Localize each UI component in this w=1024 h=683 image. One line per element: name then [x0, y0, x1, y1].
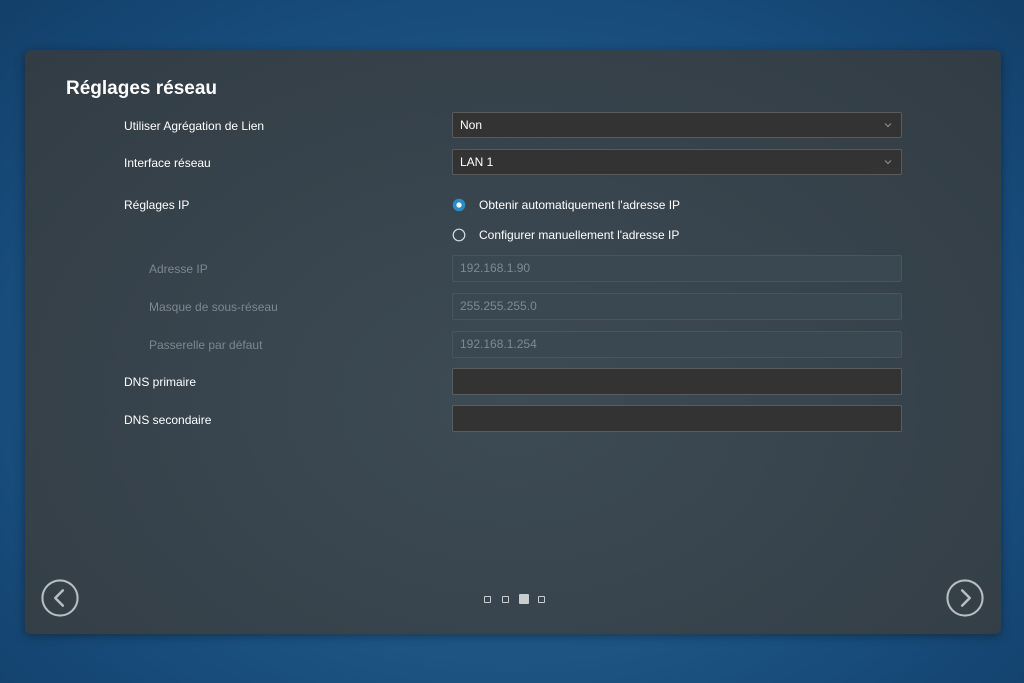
ip-address-field: 192.168.1.90 — [452, 255, 902, 282]
link-aggregation-label: Utiliser Agrégation de Lien — [124, 119, 265, 133]
radio-auto-ip[interactable] — [452, 198, 466, 212]
dns-secondary-field[interactable] — [452, 405, 902, 432]
dns-primary-field[interactable] — [452, 368, 902, 395]
page-dot-2[interactable] — [502, 596, 509, 603]
network-settings-panel: Réglages réseau Utiliser Agrégation de L… — [25, 50, 1001, 634]
radio-manual-ip-label[interactable]: Configurer manuellement l'adresse IP — [479, 228, 679, 242]
network-interface-label: Interface réseau — [124, 156, 211, 170]
dns-primary-label: DNS primaire — [124, 375, 197, 389]
network-interface-select[interactable]: LAN 1 — [452, 149, 902, 175]
page-dot-3-active[interactable] — [519, 594, 529, 604]
radio-auto-ip-label[interactable]: Obtenir automatiquement l'adresse IP — [479, 198, 680, 212]
chevron-down-icon — [884, 123, 892, 128]
subnet-mask-field: 255.255.255.0 — [452, 293, 902, 320]
chevron-down-icon — [884, 160, 892, 165]
page-dot-1[interactable] — [484, 596, 491, 603]
network-interface-value: LAN 1 — [460, 155, 494, 169]
radio-manual-ip[interactable] — [452, 228, 466, 242]
link-aggregation-select[interactable]: Non — [452, 112, 902, 138]
ip-address-label: Adresse IP — [149, 262, 208, 276]
gateway-field: 192.168.1.254 — [452, 331, 902, 358]
page-title: Réglages réseau — [66, 78, 218, 99]
subnet-mask-label: Masque de sous-réseau — [149, 300, 278, 314]
link-aggregation-value: Non — [460, 118, 483, 132]
gateway-label: Passerelle par défaut — [149, 338, 263, 352]
dns-secondary-label: DNS secondaire — [124, 413, 212, 427]
chevron-right-circle-icon[interactable] — [946, 579, 984, 617]
page-dot-4[interactable] — [538, 596, 545, 603]
ip-settings-label: Réglages IP — [124, 198, 190, 212]
chevron-left-circle-icon[interactable] — [41, 579, 79, 617]
